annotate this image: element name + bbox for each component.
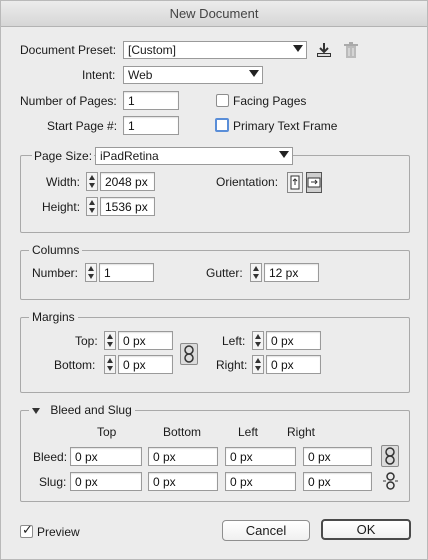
margin-left-field[interactable]: [266, 331, 321, 350]
chain-link-icon: [184, 345, 194, 363]
intent-select[interactable]: Web: [123, 66, 263, 84]
page-size-value: iPadRetina: [100, 149, 159, 163]
intent-label: Intent:: [82, 68, 116, 82]
height-field[interactable]: [100, 197, 155, 216]
margins-link-button[interactable]: [180, 343, 198, 365]
columns-number-stepper[interactable]: [85, 263, 97, 282]
margins-title: Margins: [29, 310, 78, 324]
delete-preset-icon[interactable]: [343, 41, 359, 59]
facing-pages-checkbox[interactable]: [216, 94, 229, 107]
margin-top-field[interactable]: [118, 331, 173, 350]
slug-label: Slug:: [39, 475, 67, 489]
portrait-icon: [290, 175, 300, 190]
primary-text-frame-checkbox[interactable]: [215, 118, 229, 132]
number-of-pages-field[interactable]: [123, 91, 179, 110]
facing-pages-label: Facing Pages: [233, 94, 307, 108]
checkmark-icon: ✓: [22, 522, 33, 537]
portrait-button[interactable]: [287, 172, 303, 193]
margin-right-field[interactable]: [266, 355, 321, 374]
slug-top-field[interactable]: [70, 472, 142, 491]
save-preset-icon[interactable]: [315, 41, 333, 59]
gutter-stepper[interactable]: [250, 263, 262, 282]
document-preset-value: [Custom]: [128, 43, 177, 57]
bleed-link-button[interactable]: [381, 445, 399, 467]
bleed-label: Bleed:: [33, 450, 68, 464]
bleed-slug-disclosure[interactable]: Bleed and Slug: [29, 403, 135, 417]
height-label: Height:: [42, 200, 81, 214]
margin-left-label: Left:: [222, 334, 246, 348]
height-stepper[interactable]: [86, 197, 98, 216]
margin-bottom-stepper[interactable]: [104, 355, 116, 374]
primary-text-frame-label: Primary Text Frame: [233, 119, 338, 133]
margin-right-label: Right:: [216, 358, 248, 372]
gutter-field[interactable]: [264, 263, 319, 282]
cancel-button[interactable]: Cancel: [222, 520, 310, 541]
document-preset-select[interactable]: [Custom]: [123, 41, 307, 59]
bleed-header-top: Top: [97, 425, 117, 439]
width-label: Width:: [46, 175, 81, 189]
bleed-top-field[interactable]: [70, 447, 142, 466]
new-document-dialog: New Document Document Preset: [Custom] I…: [0, 0, 428, 560]
bleed-bottom-field[interactable]: [148, 447, 218, 466]
document-preset-label: Document Preset:: [20, 43, 117, 57]
page-size-label: Page Size:: [32, 149, 95, 163]
margin-right-stepper[interactable]: [252, 355, 264, 374]
width-field[interactable]: [100, 172, 155, 191]
gutter-label: Gutter:: [206, 266, 243, 280]
bleed-header-right: Right: [287, 425, 316, 439]
disclosure-triangle-icon: [32, 407, 40, 414]
columns-number-field[interactable]: [99, 263, 154, 282]
chevron-down-icon: [279, 151, 289, 158]
page-size-group: [20, 155, 410, 233]
bleed-right-field[interactable]: [303, 447, 372, 466]
chevron-down-icon: [249, 70, 259, 77]
preview-checkbox[interactable]: ✓: [20, 522, 33, 538]
slug-left-field[interactable]: [225, 472, 296, 491]
window-title: New Document: [1, 1, 427, 27]
preview-label: Preview: [37, 525, 80, 539]
margin-top-stepper[interactable]: [104, 331, 116, 350]
slug-bottom-field[interactable]: [148, 472, 218, 491]
columns-title: Columns: [29, 243, 83, 257]
bleed-header-bottom: Bottom: [163, 425, 202, 439]
ok-button[interactable]: OK: [321, 519, 411, 540]
columns-number-label: Number:: [32, 266, 79, 280]
start-page-label: Start Page #:: [47, 119, 118, 133]
bleed-header-left: Left: [238, 425, 259, 439]
margin-bottom-label: Bottom:: [54, 358, 96, 372]
bleed-left-field[interactable]: [225, 447, 296, 466]
margin-bottom-field[interactable]: [118, 355, 173, 374]
slug-right-field[interactable]: [303, 472, 372, 491]
landscape-button[interactable]: [306, 172, 322, 193]
width-stepper[interactable]: [86, 172, 98, 191]
intent-value: Web: [128, 68, 153, 82]
broken-link-icon[interactable]: [382, 472, 399, 490]
number-of-pages-label: Number of Pages:: [20, 94, 117, 108]
bleed-slug-title: Bleed and Slug: [50, 403, 132, 417]
margin-left-stepper[interactable]: [252, 331, 264, 350]
start-page-field[interactable]: [123, 116, 179, 135]
chevron-down-icon: [293, 45, 303, 52]
page-size-select[interactable]: iPadRetina: [95, 147, 293, 165]
orientation-label: Orientation:: [216, 175, 279, 189]
margin-top-label: Top:: [75, 334, 98, 348]
margins-group: [20, 317, 410, 393]
landscape-icon: [307, 177, 321, 188]
chain-link-icon: [385, 447, 395, 465]
